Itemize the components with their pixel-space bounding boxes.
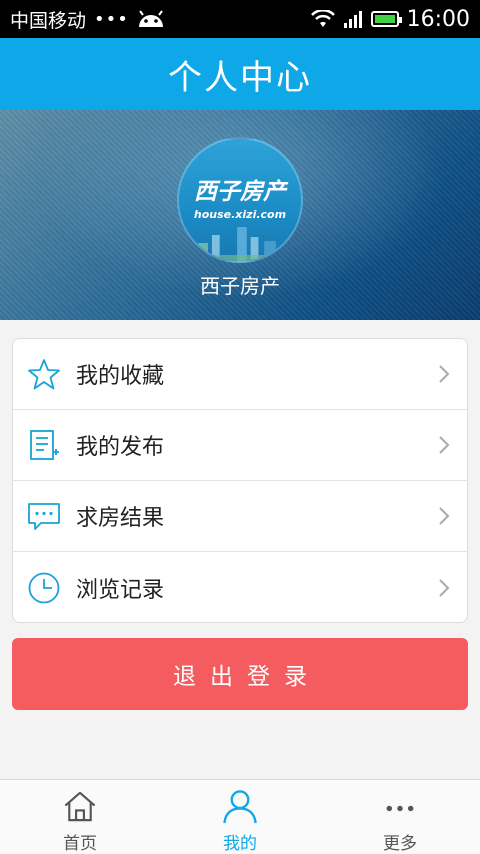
- chat-bubble-icon: [28, 503, 60, 530]
- wifi-icon: [310, 10, 335, 27]
- status-right: 16:00: [310, 6, 470, 32]
- username: 西子房产: [200, 274, 280, 298]
- chevron-right-icon: [439, 365, 450, 383]
- menu-list: 我的收藏 我的发布 求房结果 浏览记录: [12, 338, 468, 623]
- menu-item-favorites[interactable]: 我的收藏: [13, 339, 467, 410]
- menu-item-browsing-history[interactable]: 浏览记录: [13, 552, 467, 622]
- nav-item-more[interactable]: 更多: [320, 780, 480, 854]
- clock-icon: [28, 572, 60, 603]
- more-icon: [386, 805, 414, 812]
- avatar-url-text: house.xizi.com: [193, 208, 287, 221]
- notification-dots: •••: [94, 8, 129, 30]
- status-left: 中国移动 •••: [10, 6, 165, 33]
- android-icon: [138, 10, 163, 27]
- menu-item-label: 我的发布: [76, 435, 165, 460]
- chevron-right-icon: [439, 578, 450, 597]
- menu-item-label: 求房结果: [76, 506, 165, 531]
- nav-label: 我的: [223, 834, 257, 854]
- menu-item-label: 我的收藏: [76, 364, 165, 389]
- menu-item-label: 浏览记录: [76, 577, 165, 603]
- star-icon: [28, 359, 60, 390]
- bottom-nav: 首页 我的 更多: [0, 779, 480, 854]
- carrier-label: 中国移动: [10, 9, 87, 32]
- menu-item-house-request-results[interactable]: 求房结果: [13, 481, 467, 552]
- logout-button[interactable]: 退出登录: [12, 638, 468, 710]
- user-icon: [223, 790, 257, 824]
- title-bar: 个人中心: [0, 38, 480, 110]
- signal-icon: [343, 11, 362, 28]
- avatar-logo-text: 西子房产: [194, 179, 286, 205]
- home-icon: [64, 791, 96, 822]
- nav-label: 首页: [63, 834, 97, 854]
- city-skyline-graphic: [179, 227, 301, 261]
- battery-icon: [370, 11, 402, 27]
- document-edit-icon: [30, 430, 59, 460]
- nav-item-mine[interactable]: 我的: [160, 780, 320, 854]
- profile-banner: 西子房产 house.xizi.com 西子房产: [0, 110, 480, 320]
- avatar[interactable]: 西子房产 house.xizi.com: [177, 137, 303, 263]
- chevron-right-icon: [439, 436, 450, 454]
- status-bar: 中国移动 ••• 16:00: [0, 0, 480, 38]
- page-title: 个人中心: [168, 57, 312, 98]
- nav-item-home[interactable]: 首页: [0, 780, 160, 854]
- nav-label: 更多: [383, 834, 417, 854]
- clock-time: 16:00: [406, 6, 470, 32]
- menu-item-my-posts[interactable]: 我的发布: [13, 410, 467, 481]
- chevron-right-icon: [439, 507, 450, 525]
